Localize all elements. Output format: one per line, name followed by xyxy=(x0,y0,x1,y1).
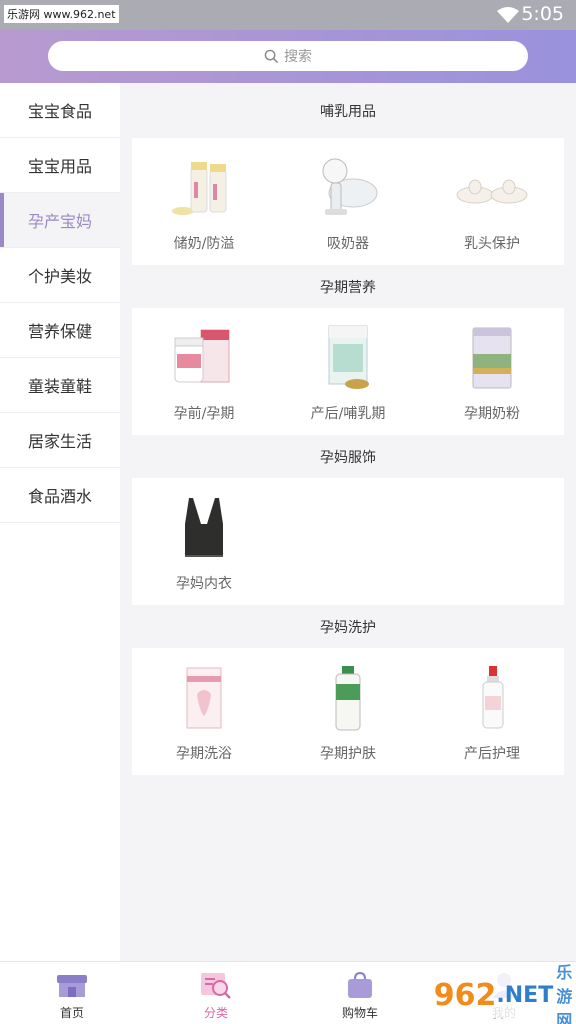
category-item-maternal-milk-powder[interactable]: 孕期奶粉 xyxy=(420,308,564,435)
section-title: 孕期营养 xyxy=(320,279,376,296)
watermark-site: 乐游网 xyxy=(556,963,573,1024)
category-item-postpartum[interactable]: 产后/哺乳期 xyxy=(276,308,420,435)
section-title: 哺乳用品 xyxy=(320,103,376,120)
section-title: 孕妈洗护 xyxy=(320,619,376,636)
sidebar-item-label: 食品酒水 xyxy=(28,487,93,506)
nursing-bra-icon xyxy=(164,488,244,568)
lotion-bottle-icon xyxy=(308,658,388,738)
category-item-label: 孕前/孕期 xyxy=(173,406,235,422)
sidebar-item-kids-clothing[interactable]: 童装童鞋 xyxy=(0,358,120,413)
category-content: 哺乳用品 储奶/防溢 吸奶器 乳头保护 孕期营养 孕前/孕期 产后/哺乳期 孕期… xyxy=(132,83,564,775)
category-item-label: 孕妈内衣 xyxy=(176,576,232,592)
sidebar-item-label: 宝宝食品 xyxy=(28,102,93,121)
bath-product-box-icon xyxy=(164,658,244,738)
tab-cart[interactable]: 购物车 xyxy=(288,962,432,1024)
watermark-net: .NET xyxy=(496,982,554,1008)
section-title: 孕妈服饰 xyxy=(320,449,376,466)
category-item-label: 产后/哺乳期 xyxy=(310,406,386,422)
sidebar-item-baby-supplies[interactable]: 宝宝用品 xyxy=(0,138,120,193)
category-item-label: 储奶/防溢 xyxy=(173,236,235,252)
category-sidebar: 宝宝食品 宝宝用品 孕产宝妈 个护美妆 营养保健 童装童鞋 居家生活 食品酒水 xyxy=(0,83,120,961)
category-item-label: 乳头保护 xyxy=(464,236,520,252)
search-input[interactable]: 搜索 xyxy=(48,41,528,71)
category-card: 储奶/防溢 吸奶器 乳头保护 xyxy=(132,138,564,265)
header: 搜索 xyxy=(0,30,576,83)
watermark-label: 乐游网 www.962.net xyxy=(4,5,119,23)
sidebar-item-nutrition[interactable]: 营养保健 xyxy=(0,303,120,358)
category-card: 孕妈内衣 xyxy=(132,478,564,605)
wifi-icon xyxy=(497,7,519,23)
category-item-nipple-shield[interactable]: 乳头保护 xyxy=(420,138,564,265)
tab-label: 购物车 xyxy=(341,1006,378,1020)
sidebar-item-baby-food[interactable]: 宝宝食品 xyxy=(0,83,120,138)
category-item-pre-pregnancy[interactable]: 孕前/孕期 xyxy=(132,308,276,435)
tab-label: 首页 xyxy=(59,1006,84,1020)
sidebar-item-label: 孕产宝妈 xyxy=(28,212,93,231)
category-item-label: 孕期护肤 xyxy=(320,746,376,762)
sidebar-item-personal-care[interactable]: 个护美妆 xyxy=(0,248,120,303)
milk-powder-can-icon xyxy=(452,318,532,398)
category-item-maternity-underwear[interactable]: 孕妈内衣 xyxy=(132,478,276,605)
pregnacare-box-icon xyxy=(308,318,388,398)
search-icon xyxy=(264,49,279,63)
category-item-pregnancy-bath[interactable]: 孕期洗浴 xyxy=(132,648,276,775)
category-item-postpartum-care[interactable]: 产后护理 xyxy=(420,648,564,775)
dha-supplement-icon xyxy=(164,318,244,398)
category-item-milk-storage[interactable]: 储奶/防溢 xyxy=(132,138,276,265)
category-card: 孕期洗浴 孕期护肤 产后护理 xyxy=(132,648,564,775)
sidebar-item-label: 营养保健 xyxy=(28,322,93,341)
category-item-label: 吸奶器 xyxy=(327,236,369,252)
category-card: 孕前/孕期 产后/哺乳期 孕期奶粉 xyxy=(132,308,564,435)
tab-category[interactable]: 分类 xyxy=(144,962,288,1024)
watermark-number: 962 xyxy=(433,977,497,1013)
category-search-icon xyxy=(198,970,234,1000)
tab-home[interactable]: 首页 xyxy=(0,962,144,1024)
category-item-label: 孕期奶粉 xyxy=(464,406,520,422)
category-item-label: 孕期洗浴 xyxy=(176,746,232,762)
category-item-label: 产后护理 xyxy=(464,746,520,762)
sidebar-item-label: 童装童鞋 xyxy=(28,377,93,396)
sidebar-item-label: 宝宝用品 xyxy=(28,157,93,176)
tab-label: 分类 xyxy=(203,1006,228,1020)
milk-storage-bottles-icon xyxy=(164,148,244,228)
site-watermark: 962 .NET 乐游网 xyxy=(433,963,572,1024)
category-item-pregnancy-skincare[interactable]: 孕期护肤 xyxy=(276,648,420,775)
sidebar-item-food-drinks[interactable]: 食品酒水 xyxy=(0,468,120,523)
breast-pump-icon xyxy=(308,148,388,228)
sidebar-item-maternity[interactable]: 孕产宝妈 xyxy=(0,193,120,248)
status-bar: 乐游网 www.962.net 5:05 xyxy=(0,0,576,30)
sidebar-item-label: 居家生活 xyxy=(28,432,93,451)
spray-bottle-icon xyxy=(452,658,532,738)
sidebar-item-home-living[interactable]: 居家生活 xyxy=(0,413,120,468)
store-icon xyxy=(54,970,90,1000)
search-placeholder: 搜索 xyxy=(284,49,312,65)
clock: 5:05 xyxy=(521,3,564,25)
shopping-bag-icon xyxy=(342,970,378,1000)
category-item-breast-pump[interactable]: 吸奶器 xyxy=(276,138,420,265)
nipple-shield-icon xyxy=(452,148,532,228)
sidebar-item-label: 个护美妆 xyxy=(28,267,93,286)
